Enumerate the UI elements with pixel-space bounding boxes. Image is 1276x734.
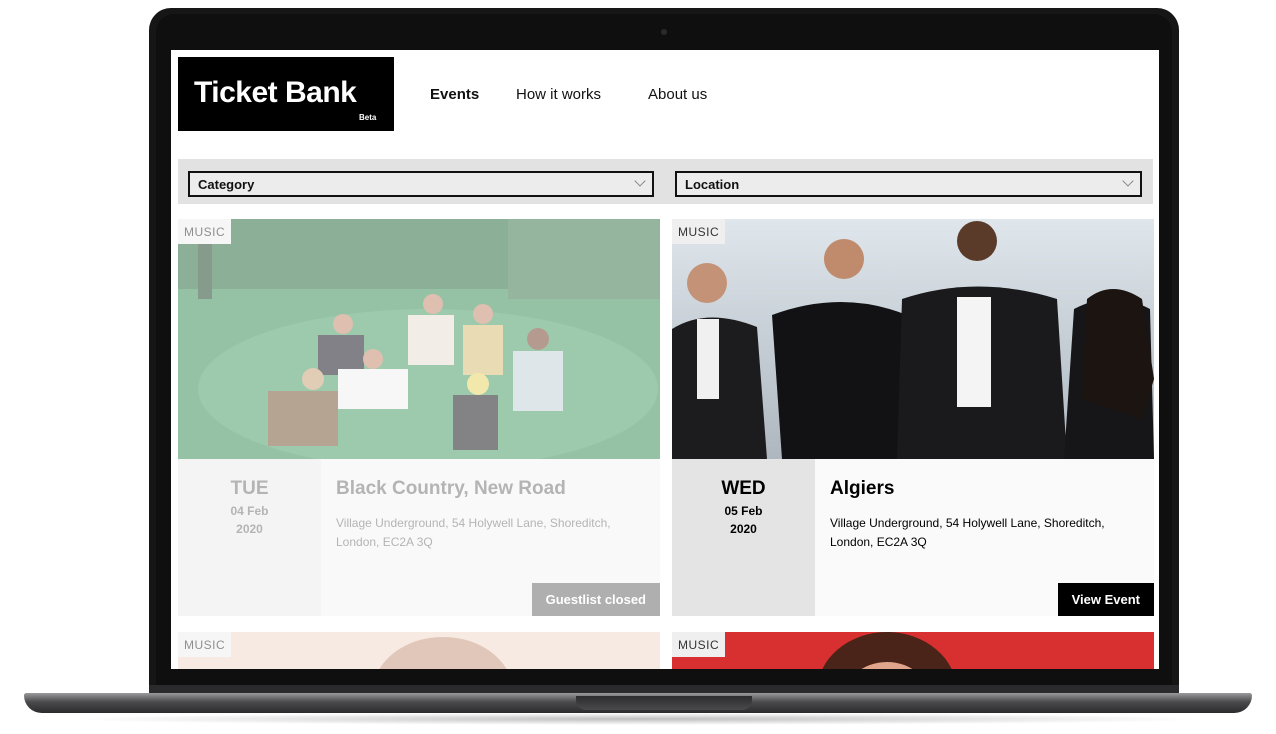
chevron-down-icon — [634, 175, 646, 187]
category-select[interactable]: Category — [188, 171, 654, 197]
event-card[interactable]: MUSIC TUE 04 Feb 2020 Black Country, New… — [178, 219, 660, 616]
event-venue: Village Underground, 54 Holywell Lane, S… — [830, 516, 1105, 549]
brand-name: Ticket Bank — [194, 76, 357, 109]
event-title[interactable]: Algiers — [830, 478, 894, 500]
event-year: 2020 — [236, 522, 263, 536]
browser-screen: Ticket Bank Beta Events How it works Abo… — [171, 50, 1159, 669]
event-date: WED 05 Feb 2020 — [672, 459, 815, 616]
category-tag: MUSIC — [178, 632, 232, 657]
event-image[interactable]: MUSIC — [672, 632, 1154, 669]
camera-icon — [661, 29, 667, 35]
brand-logo[interactable]: Ticket Bank Beta — [178, 57, 394, 131]
event-year: 2020 — [730, 522, 757, 536]
event-day: TUE — [230, 478, 269, 499]
beta-badge: Beta — [359, 113, 377, 122]
laptop-notch — [576, 696, 752, 710]
event-card[interactable]: MUSIC — [672, 632, 1154, 669]
category-tag: MUSIC — [672, 219, 726, 244]
event-card[interactable]: MUSIC WED 05 Feb 2020 Algiers Village Un… — [672, 219, 1154, 616]
laptop-shadow — [60, 713, 1216, 725]
nav-events[interactable]: Events — [430, 86, 479, 103]
event-day: WED — [721, 478, 766, 499]
event-info: Black Country, New Road Village Undergro… — [321, 459, 660, 616]
chevron-down-icon — [1122, 175, 1134, 187]
guestlist-closed-button: Guestlist closed — [531, 583, 660, 616]
event-date-month: 05 Feb — [724, 504, 763, 518]
nav-about-us[interactable]: About us — [648, 86, 707, 103]
view-event-button[interactable]: View Event — [1057, 583, 1154, 616]
event-image[interactable]: MUSIC — [178, 632, 660, 669]
category-tag: MUSIC — [672, 632, 726, 657]
event-venue: Village Underground, 54 Holywell Lane, S… — [336, 516, 611, 549]
event-title[interactable]: Black Country, New Road — [336, 478, 566, 500]
event-image[interactable]: MUSIC — [672, 219, 1154, 459]
band-photo-image — [672, 219, 1154, 459]
event-info: Algiers Village Underground, 54 Holywell… — [815, 459, 1154, 616]
location-select[interactable]: Location — [675, 171, 1142, 197]
nav-how-it-works[interactable]: How it works — [516, 86, 601, 103]
event-date: TUE 04 Feb 2020 — [178, 459, 321, 616]
artist-photo-image — [178, 632, 660, 669]
artist-photo-image — [672, 632, 1154, 669]
event-image[interactable]: MUSIC — [178, 219, 660, 459]
filter-bar: Category Location — [178, 159, 1153, 204]
location-select-value: Location — [685, 177, 740, 192]
category-tag: MUSIC — [178, 219, 232, 244]
band-photo-image — [178, 219, 660, 459]
category-select-value: Category — [198, 177, 255, 192]
event-date-month: 04 Feb — [230, 504, 269, 518]
event-card[interactable]: MUSIC — [178, 632, 660, 669]
